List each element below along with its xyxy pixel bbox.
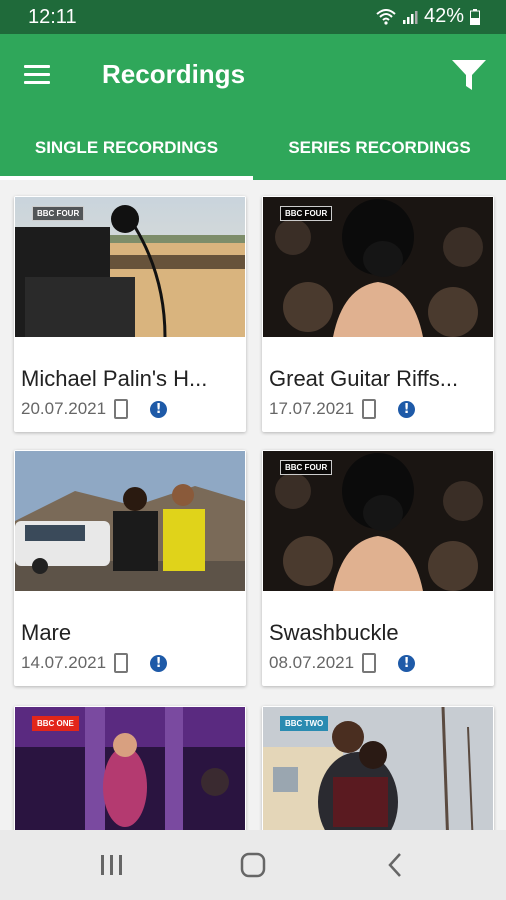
- page-title: Recordings: [102, 59, 246, 89]
- tab-series-recordings[interactable]: SERIES RECORDINGS: [253, 118, 506, 180]
- back-button[interactable]: [376, 848, 416, 882]
- info-icon[interactable]: !: [150, 654, 168, 672]
- channel-logo: BBC FOUR: [280, 460, 333, 475]
- tab-bar: SINGLE RECORDINGS SERIES RECORDINGS: [0, 118, 506, 180]
- recording-card[interactable]: Mare 14.07.2021 !: [14, 450, 246, 686]
- recording-date: 20.07.2021: [21, 399, 107, 418]
- menu-button[interactable]: [22, 60, 54, 92]
- recording-date: 17.07.2021: [269, 399, 355, 418]
- recording-meta: 20.07.2021 !: [21, 399, 168, 419]
- recording-card[interactable]: BBC FOUR Michael Palin's H... 20.07.2021…: [14, 196, 246, 432]
- battery-icon: [470, 8, 480, 25]
- recording-title: Michael Palin's H...: [21, 366, 208, 391]
- tablet-icon: [362, 653, 377, 673]
- recordings-grid: BBC FOUR Michael Palin's H... 20.07.2021…: [0, 180, 506, 830]
- home-icon: [240, 852, 266, 878]
- tablet-icon: [362, 399, 377, 419]
- recording-thumbnail: [15, 451, 245, 591]
- recording-meta: 14.07.2021 !: [21, 653, 168, 673]
- recording-meta: 17.07.2021 !: [269, 399, 416, 419]
- status-time: 12:11: [28, 6, 77, 28]
- tab-single-recordings[interactable]: SINGLE RECORDINGS: [0, 118, 253, 180]
- recording-meta: 08.07.2021 !: [269, 653, 416, 673]
- recent-apps-icon: [101, 855, 122, 875]
- recording-title: Mare: [21, 620, 72, 645]
- filter-button[interactable]: [450, 56, 488, 94]
- recording-title: Swashbuckle: [269, 620, 399, 645]
- recording-date: 08.07.2021: [269, 653, 355, 672]
- home-button[interactable]: [233, 848, 273, 882]
- recording-card[interactable]: BBC TWO: [262, 706, 494, 830]
- wifi-icon: [376, 8, 396, 25]
- channel-logo: BBC FOUR: [280, 206, 333, 221]
- status-icons: 42%: [376, 5, 480, 28]
- back-icon: [388, 853, 401, 877]
- channel-logo: BBC FOUR: [32, 206, 85, 221]
- signal-icon: [402, 10, 418, 24]
- recording-date: 14.07.2021: [21, 653, 107, 672]
- recording-card[interactable]: BBC FOUR Swashbuckle 08.07.2021 !: [262, 450, 494, 686]
- recent-apps-button[interactable]: [91, 848, 131, 882]
- tablet-icon: [114, 653, 129, 673]
- app-bar: Recordings: [0, 34, 506, 118]
- channel-logo: BBC ONE: [32, 716, 79, 731]
- channel-logo: BBC TWO: [280, 716, 329, 731]
- recording-card[interactable]: BBC ONE: [14, 706, 246, 830]
- menu-icon: [22, 65, 54, 84]
- recording-title: Great Guitar Riffs...: [269, 366, 459, 391]
- system-nav-bar: [0, 830, 506, 900]
- info-icon[interactable]: !: [398, 400, 416, 418]
- tablet-icon: [114, 399, 129, 419]
- info-icon[interactable]: !: [150, 400, 168, 418]
- info-icon[interactable]: !: [398, 654, 416, 672]
- status-bar: 12:11 42%: [0, 0, 506, 34]
- battery-percent: 42%: [423, 5, 464, 27]
- filter-icon: [452, 60, 486, 90]
- recording-card[interactable]: BBC FOUR Great Guitar Riffs... 17.07.202…: [262, 196, 494, 432]
